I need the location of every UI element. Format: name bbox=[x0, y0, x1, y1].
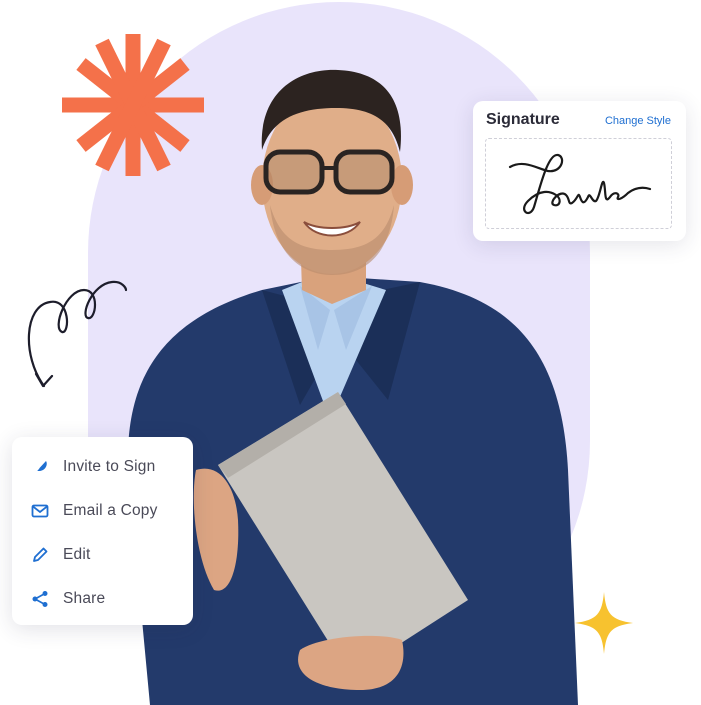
menu-item-edit[interactable]: Edit bbox=[12, 535, 193, 575]
menu-item-label: Email a Copy bbox=[63, 502, 158, 519]
change-style-link[interactable]: Change Style bbox=[605, 115, 671, 127]
signature-title: Signature bbox=[486, 111, 560, 128]
feather-pen-icon bbox=[32, 461, 47, 476]
envelope-icon bbox=[31, 504, 49, 518]
document-actions-menu: Invite to Sign Email a Copy Edit Share bbox=[12, 437, 193, 625]
menu-item-invite-to-sign[interactable]: Invite to Sign bbox=[12, 447, 193, 487]
signature-field[interactable] bbox=[485, 138, 672, 229]
signature-card: Signature Change Style bbox=[473, 101, 686, 241]
menu-item-share[interactable]: Share bbox=[12, 579, 193, 619]
pencil-icon bbox=[33, 547, 48, 562]
menu-item-email-a-copy[interactable]: Email a Copy bbox=[12, 491, 193, 531]
menu-item-label: Edit bbox=[63, 546, 91, 563]
share-icon bbox=[32, 591, 48, 607]
handwritten-signature bbox=[508, 153, 652, 215]
hero-illustration: Signature Change Style Invite to Sign Em… bbox=[0, 0, 701, 705]
sparkle-star-icon bbox=[575, 592, 633, 654]
menu-item-label: Invite to Sign bbox=[63, 458, 156, 475]
menu-item-label: Share bbox=[63, 590, 106, 607]
